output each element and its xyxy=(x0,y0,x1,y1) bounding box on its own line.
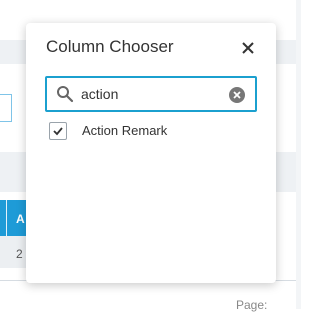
grid-cell-value: 2 xyxy=(16,247,23,261)
search-input[interactable]: action xyxy=(45,76,257,112)
close-icon xyxy=(242,42,254,54)
background-card-right xyxy=(276,64,296,152)
background-right-edge xyxy=(296,0,301,309)
clear-search-icon[interactable] xyxy=(228,86,246,104)
column-option-label: Action Remark xyxy=(82,123,168,138)
background-input[interactable] xyxy=(0,94,12,122)
column-checkbox[interactable] xyxy=(49,122,67,140)
checkmark-icon xyxy=(53,127,63,136)
search-value[interactable]: action xyxy=(81,86,118,102)
search-icon xyxy=(57,86,74,103)
close-button[interactable] xyxy=(239,39,257,57)
pager-label: Page: xyxy=(236,298,268,312)
column-option-action-remark[interactable]: Action Remark xyxy=(49,121,249,143)
grid-header-label: A xyxy=(16,212,25,226)
column-chooser-popup: Column Chooser action Action Remark xyxy=(26,23,276,283)
popup-title: Column Chooser xyxy=(46,37,174,56)
